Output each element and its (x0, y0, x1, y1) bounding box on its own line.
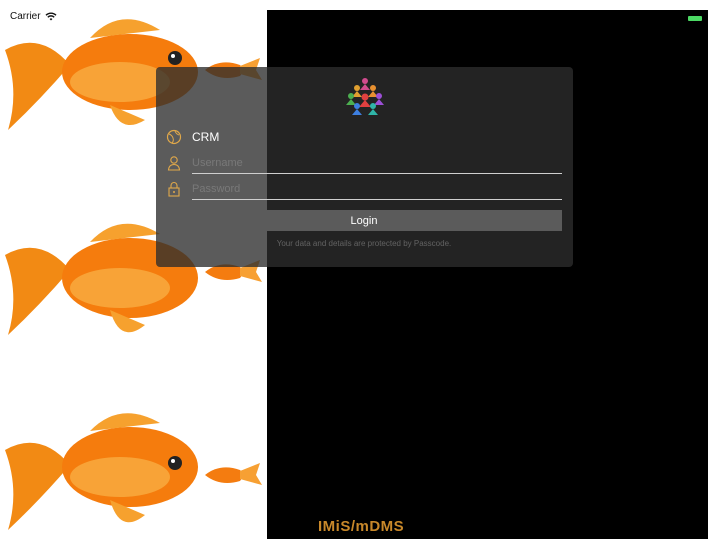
battery-icon (688, 16, 702, 21)
goldfish-image (5, 413, 262, 530)
app-name-label: CRM (192, 130, 220, 144)
lock-icon (168, 182, 180, 197)
password-row (166, 179, 562, 201)
carrier-indicator: Carrier (10, 11, 57, 22)
globe-icon (166, 129, 182, 145)
brand-logo: IMiS/mDMS (318, 518, 405, 535)
people-group-logo-icon (346, 78, 384, 115)
username-input[interactable] (192, 153, 562, 174)
wifi-icon (45, 12, 57, 21)
login-card: CRM Login Your data and details are prot… (156, 67, 573, 267)
login-button[interactable]: Login (166, 210, 562, 231)
status-bar: Carrier (0, 0, 708, 22)
app-selector-row[interactable]: CRM (166, 127, 562, 149)
carrier-label: Carrier (10, 11, 41, 22)
password-input[interactable] (192, 179, 562, 200)
user-icon (167, 156, 181, 171)
username-row (166, 153, 562, 175)
passcode-info-text: Your data and details are protected by P… (276, 239, 452, 248)
